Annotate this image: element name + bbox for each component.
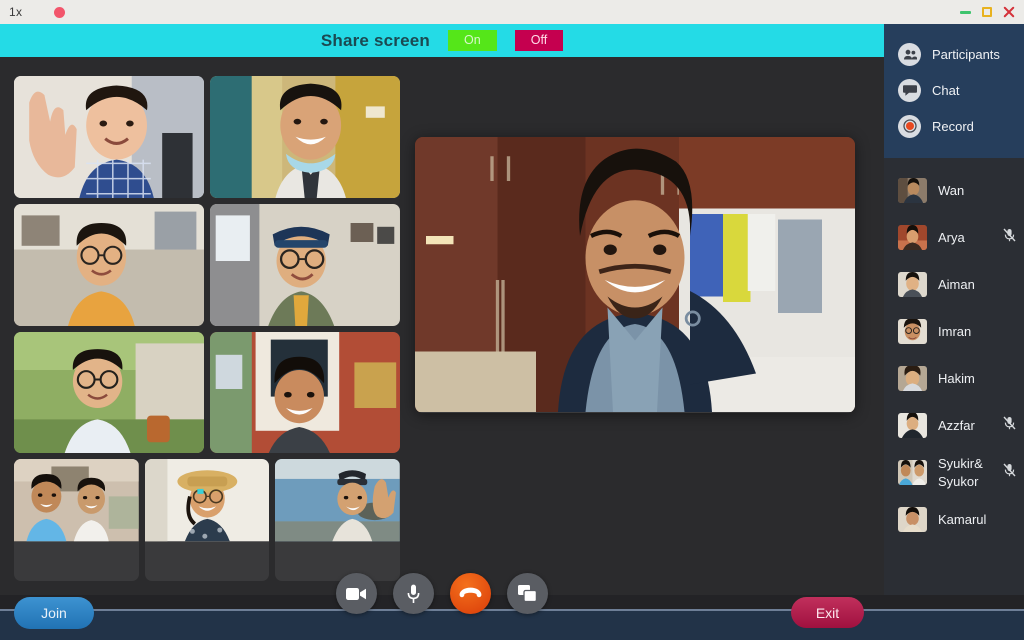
participant-video-9[interactable] [275, 459, 401, 581]
video-feed [14, 459, 139, 542]
record-dot-icon [54, 6, 66, 18]
participant-name: Arya [938, 229, 965, 245]
participants-icon [898, 42, 921, 66]
video-call-window: 1x Share screen On Off Participants Chat… [0, 0, 1024, 640]
mic-muted-icon[interactable] [1003, 463, 1016, 482]
sidebar-item-chat[interactable]: Chat [884, 72, 1024, 108]
list-item[interactable]: Kamarul [884, 496, 1024, 543]
end-call-icon[interactable] [450, 573, 491, 614]
microphone-icon[interactable] [393, 573, 434, 614]
exit-button[interactable]: Exit [791, 597, 864, 628]
sidebar-item-chat-label: Chat [932, 82, 960, 98]
mic-muted-icon[interactable] [1003, 228, 1016, 247]
right-sidebar: Participants Chat Record Wan Arya Aiman … [884, 24, 1024, 595]
call-controls [336, 573, 548, 614]
list-item[interactable]: Aiman [884, 261, 1024, 308]
participant-video-5[interactable] [14, 331, 204, 454]
avatar [898, 507, 927, 532]
participant-name: Imran [938, 323, 972, 339]
participant-video-2[interactable] [210, 76, 400, 198]
video-grid-row [14, 76, 400, 198]
join-button[interactable]: Join [14, 597, 94, 629]
avatar [898, 413, 927, 438]
share-screen-label: Share screen [320, 30, 431, 50]
video-feed [415, 137, 855, 412]
video-feed [275, 459, 400, 542]
list-item[interactable]: Hakim [884, 355, 1024, 402]
chat-icon [898, 78, 921, 102]
sidebar-item-participants-label: Participants [932, 46, 1000, 62]
participant-video-7[interactable] [14, 459, 139, 581]
sidebar-actions: Participants Chat Record [884, 24, 1024, 158]
video-feed [210, 331, 400, 454]
close-icon[interactable] [1003, 6, 1015, 18]
participant-video-3[interactable] [14, 203, 204, 326]
mic-muted-icon[interactable] [1003, 416, 1016, 435]
video-feed [14, 76, 204, 198]
video-feed [210, 76, 400, 198]
video-stage [0, 57, 884, 595]
participant-name: Syukir& Syukor [938, 455, 983, 489]
share-screen-bar: Share screen On Off [0, 24, 884, 57]
avatar [898, 272, 927, 297]
participant-video-8[interactable] [144, 459, 270, 581]
avatar [898, 319, 927, 344]
sidebar-item-record[interactable]: Record [884, 108, 1024, 144]
participant-video-grid [14, 76, 401, 581]
video-feed [14, 331, 204, 454]
video-grid-row [14, 459, 401, 581]
video-feed [14, 203, 204, 326]
participant-video-6[interactable] [210, 331, 400, 454]
zoom-level-label: 1x [9, 5, 23, 19]
participant-name: Azzfar [938, 417, 975, 433]
video-feed [210, 203, 400, 326]
share-screen-on-button[interactable]: On [448, 29, 497, 52]
bottom-toolbar: Join Exit [0, 573, 1024, 640]
video-grid-row [14, 203, 400, 326]
maximize-icon[interactable] [982, 7, 992, 17]
window-controls [960, 6, 1015, 18]
sidebar-item-participants[interactable]: Participants [884, 36, 1024, 72]
list-item[interactable]: Syukir& Syukor [884, 449, 1024, 496]
video-camera-icon[interactable] [336, 573, 377, 614]
participant-name: Aiman [938, 276, 975, 292]
title-bar: 1x [0, 0, 1024, 24]
record-icon [898, 114, 921, 138]
video-feed [144, 459, 270, 542]
avatar [898, 225, 927, 250]
participant-video-1[interactable] [14, 76, 204, 198]
participant-video-4[interactable] [210, 203, 400, 326]
avatar [898, 366, 927, 391]
participant-name: Hakim [938, 370, 975, 386]
sidebar-item-record-label: Record [932, 118, 974, 134]
participant-name: Wan [938, 182, 965, 198]
share-screen-off-button[interactable]: Off [514, 29, 564, 52]
avatar [898, 460, 927, 485]
participant-name: Kamarul [938, 511, 987, 527]
screen-share-icon[interactable] [507, 573, 548, 614]
avatar [898, 178, 927, 203]
participant-list: Wan Arya Aiman Imran Hakim Azzfar Syukir… [884, 158, 1024, 543]
video-grid-row [14, 331, 400, 454]
list-item[interactable]: Arya [884, 214, 1024, 261]
list-item[interactable]: Wan [884, 167, 1024, 214]
list-item[interactable]: Azzfar [884, 402, 1024, 449]
active-speaker-video[interactable] [415, 137, 855, 413]
list-item[interactable]: Imran [884, 308, 1024, 355]
minimize-icon[interactable] [960, 10, 971, 14]
